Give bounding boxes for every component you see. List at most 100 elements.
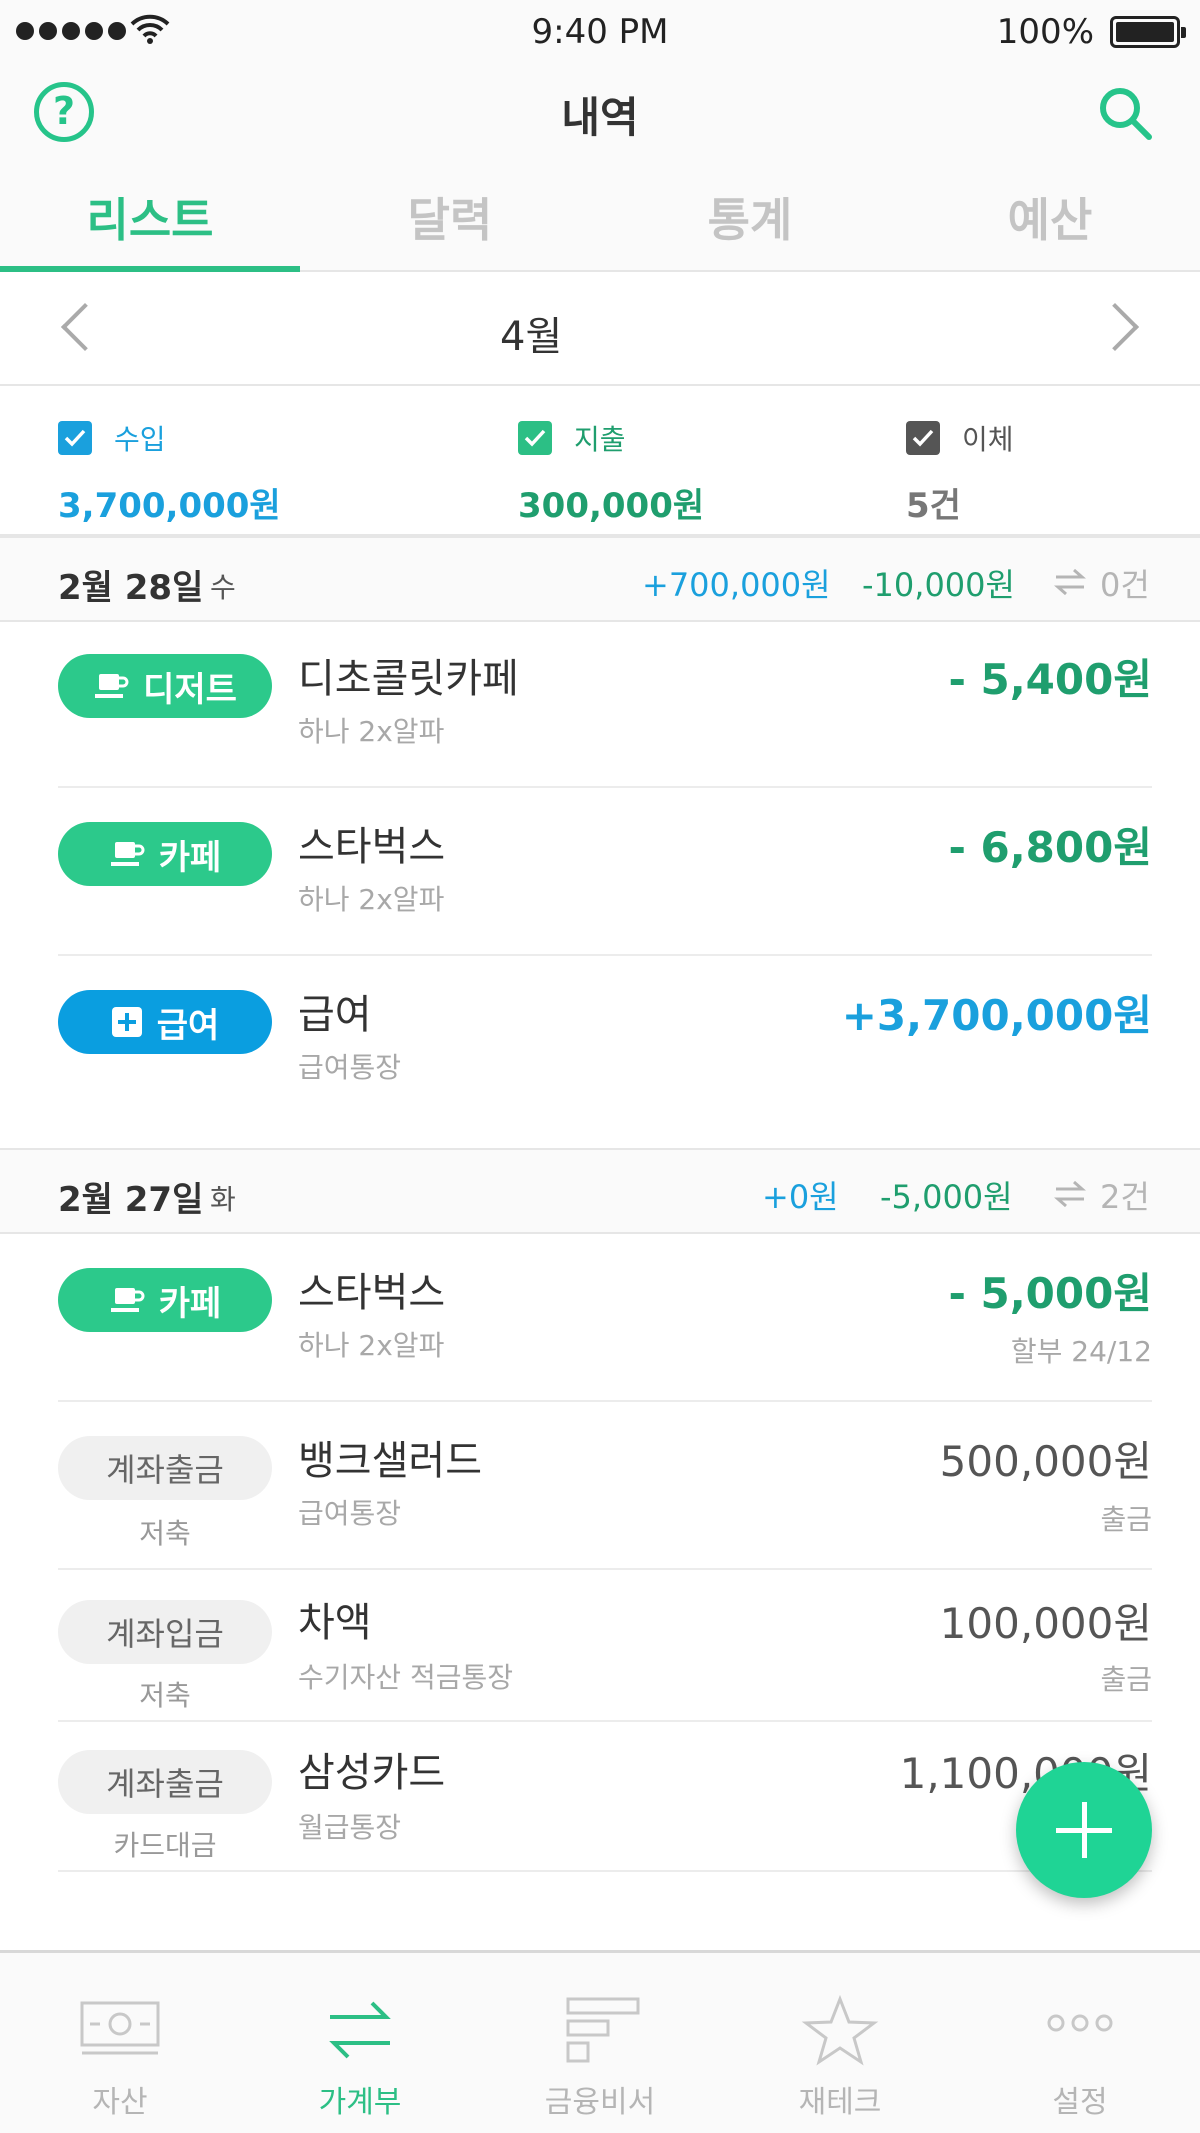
nav-label: 자산 [92, 2085, 148, 2120]
category-label: 급여 [156, 1005, 220, 1046]
day-weekday: 화 [210, 1183, 236, 1216]
transfer-arrows-icon [329, 2001, 391, 2059]
nav-item-assistant[interactable]: 금융비서 [480, 1953, 720, 2133]
nav-label: 재테크 [798, 2085, 882, 2120]
nav-item-investment[interactable]: 재테크 [720, 1953, 960, 2133]
plus-box-icon [111, 1007, 142, 1037]
nav-label: 가계부 [318, 2085, 402, 2120]
coffee-cup-icon [110, 1288, 145, 1312]
transaction-amount: 500,000원 [939, 1437, 1152, 1486]
transaction-row[interactable]: 급여 급여 급여통장 +3,700,000원 [58, 956, 1152, 1124]
transaction-account: 하나 2x알파 [298, 715, 445, 748]
chevron-left-icon[interactable] [60, 302, 110, 352]
coffee-cup-icon [95, 674, 129, 698]
transaction-account: 하나 2x알파 [298, 883, 445, 916]
transaction-row[interactable]: 계좌출금 저축 뱅크샐러드 급여통장 500,000원 출금 [58, 1402, 1152, 1570]
nav-label: 설정 [1052, 2085, 1108, 2120]
month-label: 4월 [500, 314, 563, 360]
transaction-account: 월급통장 [298, 1811, 402, 1844]
transaction-note: 출금 [1100, 1663, 1152, 1696]
installment-note: 할부 24/12 [1010, 1335, 1152, 1368]
page-title: 내역 [561, 93, 639, 142]
transfer-icon [1054, 568, 1086, 596]
category-pill: 급여 [58, 990, 272, 1054]
transfer-value: 5건 [906, 486, 961, 526]
transaction-row[interactable]: 카페 스타벅스 하나 2x알파 - 5,000원 할부 24/12 [58, 1234, 1152, 1402]
expense-label: 지출 [574, 423, 626, 456]
bottom-nav: 자산 가계부 금융비서 재테크 설정 [0, 1950, 1200, 2133]
day-income: +0원 [762, 1178, 839, 1216]
nav-item-assets[interactable]: 자산 [0, 1953, 240, 2133]
star-icon [801, 1995, 879, 2066]
expense-checkbox[interactable] [518, 421, 552, 455]
view-tabs: 리스트 달력 통계 예산 [0, 164, 1200, 272]
summary-bar: 수입 3,700,000원 지출 300,000원 이체 5건 [0, 386, 1200, 536]
transaction-title: 뱅크샐러드 [298, 1438, 482, 1484]
tab-stats[interactable]: 통계 [600, 164, 900, 270]
transaction-title: 스타벅스 [298, 824, 446, 870]
day-header: 2월 28일 수 +700,000원 -10,000원 0건 [0, 536, 1200, 622]
nav-item-ledger[interactable]: 가계부 [240, 1953, 480, 2133]
status-bar: 9:40 PM 100% [0, 0, 1200, 64]
day-date: 2월 28일 [58, 568, 204, 608]
transaction-amount: +3,700,000원 [841, 991, 1152, 1040]
category-sub: 저축 [139, 1679, 191, 1712]
transaction-title: 급여 [298, 992, 372, 1038]
transaction-account: 급여통장 [298, 1497, 402, 1530]
category-label: 카페 [158, 1283, 222, 1324]
app-header: ? 내역 [0, 64, 1200, 164]
transaction-amount: - 5,000원 [948, 1269, 1152, 1318]
tab-calendar[interactable]: 달력 [300, 164, 600, 270]
tab-budget[interactable]: 예산 [900, 164, 1200, 270]
bars-icon [566, 1997, 640, 2063]
transaction-title: 삼성카드 [298, 1750, 446, 1796]
transaction-row[interactable]: 계좌입금 저축 차액 수기자산 적금통장 100,000원 출금 [58, 1570, 1152, 1722]
category-pill: 계좌출금 [58, 1436, 272, 1500]
transaction-amount: - 6,800원 [948, 823, 1152, 872]
chevron-right-icon[interactable] [1090, 302, 1140, 352]
transfer-checkbox[interactable] [906, 421, 940, 455]
check-icon [64, 429, 86, 447]
transaction-note: 출금 [1100, 1503, 1152, 1536]
add-transaction-button[interactable] [1016, 1762, 1152, 1898]
transfer-icon [1054, 1180, 1086, 1208]
day-date: 2월 27일 [58, 1180, 204, 1220]
category-label: 카페 [158, 837, 222, 878]
day-income: +700,000원 [642, 566, 831, 604]
category-pill: 계좌입금 [58, 1600, 272, 1664]
transaction-row[interactable]: 디저트 디초콜릿카페 하나 2x알파 - 5,400원 [58, 620, 1152, 788]
transfer-summary: 이체 5건 [906, 418, 1014, 527]
expense-value: 300,000원 [518, 486, 705, 526]
category-sub: 저축 [139, 1517, 191, 1550]
transaction-account: 급여통장 [298, 1051, 402, 1084]
day-expense: -5,000원 [880, 1178, 1013, 1216]
more-icon [1047, 2014, 1113, 2032]
check-icon [524, 429, 546, 447]
check-icon [912, 429, 934, 447]
search-icon[interactable] [1096, 84, 1154, 142]
transaction-account: 수기자산 적금통장 [298, 1661, 513, 1694]
tab-list[interactable]: 리스트 [0, 164, 300, 272]
income-value: 3,700,000원 [58, 486, 281, 526]
nav-label: 금융비서 [544, 2085, 656, 2120]
cash-icon [80, 2001, 160, 2055]
transaction-amount: 100,000원 [939, 1599, 1152, 1648]
nav-item-settings[interactable]: 설정 [960, 1953, 1200, 2133]
category-label: 디저트 [143, 669, 237, 710]
category-pill: 카페 [58, 1268, 272, 1332]
income-label: 수입 [114, 423, 166, 456]
category-sub: 카드대금 [113, 1829, 217, 1862]
day-weekday: 수 [210, 571, 236, 604]
income-checkbox[interactable] [58, 421, 92, 455]
transaction-row[interactable]: 카페 스타벅스 하나 2x알파 - 6,800원 [58, 788, 1152, 956]
transaction-title: 스타벅스 [298, 1270, 446, 1316]
transfer-label: 이체 [962, 423, 1014, 456]
day-header: 2월 27일 화 +0원 -5,000원 2건 [0, 1148, 1200, 1234]
transaction-account: 하나 2x알파 [298, 1329, 445, 1362]
day-transfer-count: 2건 [1100, 1178, 1150, 1216]
day-expense: -10,000원 [862, 566, 1015, 604]
transaction-row[interactable]: 계좌출금 카드대금 삼성카드 월급통장 1,100,000원 출금 [58, 1722, 1152, 1872]
category-pill: 계좌출금 [58, 1750, 272, 1814]
coffee-cup-icon [110, 842, 145, 866]
category-pill: 카페 [58, 822, 272, 886]
